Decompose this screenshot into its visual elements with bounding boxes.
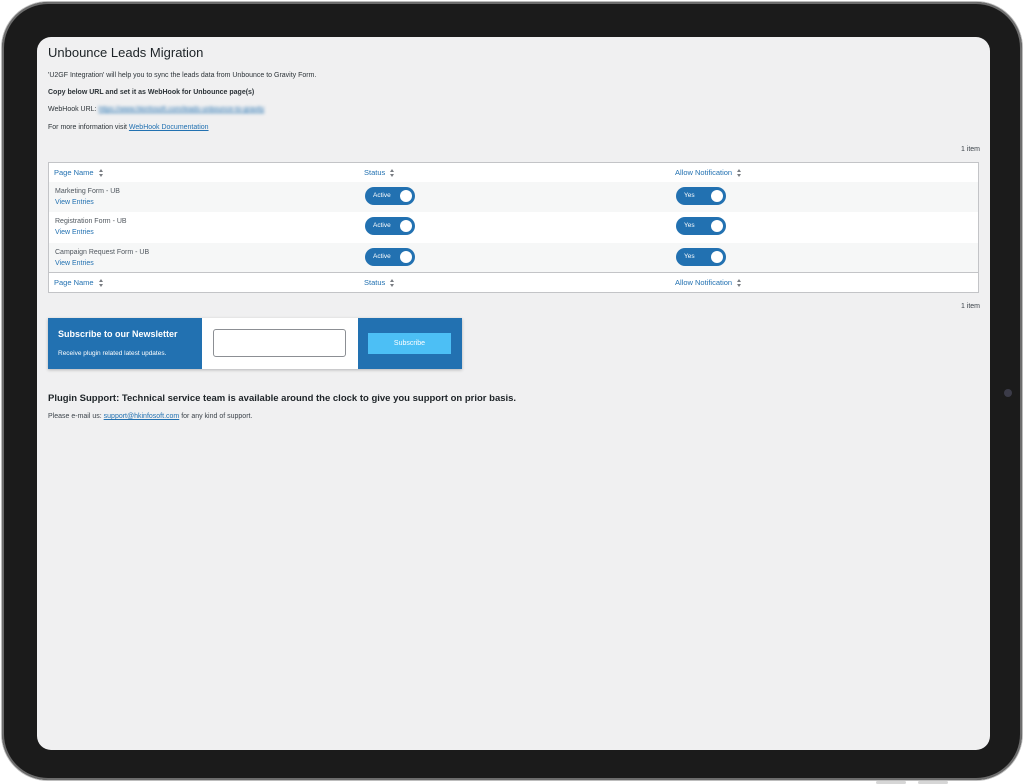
webhook-label: WebHook URL: [48,106,97,113]
sort-arrows-icon [737,169,742,178]
support-line: Please e-mail us: support@hkinfosoft.com… [48,413,252,420]
webhook-row: WebHook URL: https://www.hkinfosoft.com/… [48,106,264,113]
row-page-name: Registration Form - UB [55,218,127,225]
more-info-row: For more information visit WebHook Docum… [48,124,209,131]
row-page-name: Campaign Request Form - UB [55,249,150,256]
more-info-prefix: For more information visit [48,124,127,131]
status-toggle[interactable]: Active [365,248,415,266]
view-entries-link[interactable]: View Entries [55,260,94,267]
column-header-allow-notification[interactable]: Allow Notification [675,168,742,178]
column-footer-status[interactable]: Status [364,278,395,288]
pages-table: Page Name Status Allow Notification Mark… [48,162,979,293]
column-footer-allow-notification[interactable]: Allow Notification [675,278,742,288]
webhook-documentation-link[interactable]: WebHook Documentation [129,124,209,131]
toggle-knob [400,251,412,263]
newsletter-subtitle: Receive plugin related latest updates. [58,350,167,357]
tablet-frame: Unbounce Leads Migration 'U2GF Integrati… [2,2,1022,780]
copy-instruction: Copy below URL and set it as WebHook for… [48,89,255,96]
newsletter-box: Subscribe to our Newsletter Receive plug… [48,318,462,369]
newsletter-action-area: Subscribe [358,318,462,369]
sort-arrows-icon [390,279,395,288]
toggle-knob [400,220,412,232]
toggle-knob [400,190,412,202]
status-toggle[interactable]: Active [365,217,415,235]
support-suffix: for any kind of support. [181,413,253,420]
table-row: Registration Form - UB View Entries Acti… [49,212,978,242]
notification-toggle[interactable]: Yes [676,248,726,266]
intro-text: 'U2GF Integration' will help you to sync… [48,72,317,79]
newsletter-title: Subscribe to our Newsletter [58,329,178,339]
toggle-knob [711,190,723,202]
table-row: Marketing Form - UB View Entries Active … [49,182,978,212]
view-entries-link[interactable]: View Entries [55,199,94,206]
status-toggle[interactable]: Active [365,187,415,205]
page-title: Unbounce Leads Migration [48,45,204,60]
camera-icon [1004,389,1012,397]
table-header: Page Name Status Allow Notification [49,163,978,183]
item-count-bottom: 1 item [960,303,980,310]
sort-arrows-icon [98,279,103,288]
toggle-knob [711,220,723,232]
notification-toggle[interactable]: Yes [676,187,726,205]
view-entries-link[interactable]: View Entries [55,229,94,236]
support-prefix: Please e-mail us: [48,413,102,420]
newsletter-input-area [202,318,358,369]
sort-arrows-icon [98,169,103,178]
webhook-url-link[interactable]: https://www.hkinfosoft.com/leads-unbounc… [98,106,264,113]
subscribe-button[interactable]: Subscribe [368,333,451,354]
newsletter-email-input[interactable] [213,329,346,357]
item-count-top: 1 item [960,146,980,153]
table-row: Campaign Request Form - UB View Entries … [49,243,978,273]
support-title: Plugin Support: Technical service team i… [48,393,517,404]
sort-arrows-icon [390,169,395,178]
support-email-link[interactable]: support@hkinfosoft.com [104,413,180,420]
notification-toggle[interactable]: Yes [676,217,726,235]
column-footer-page-name[interactable]: Page Name [54,278,103,288]
admin-screen: Unbounce Leads Migration 'U2GF Integrati… [37,37,990,750]
column-header-status[interactable]: Status [364,168,395,178]
table-footer: Page Name Status Allow Notification [49,272,978,292]
sort-arrows-icon [737,279,742,288]
toggle-knob [711,251,723,263]
column-header-page-name[interactable]: Page Name [54,168,103,178]
newsletter-info: Subscribe to our Newsletter Receive plug… [48,318,202,369]
row-page-name: Marketing Form - UB [55,188,120,195]
